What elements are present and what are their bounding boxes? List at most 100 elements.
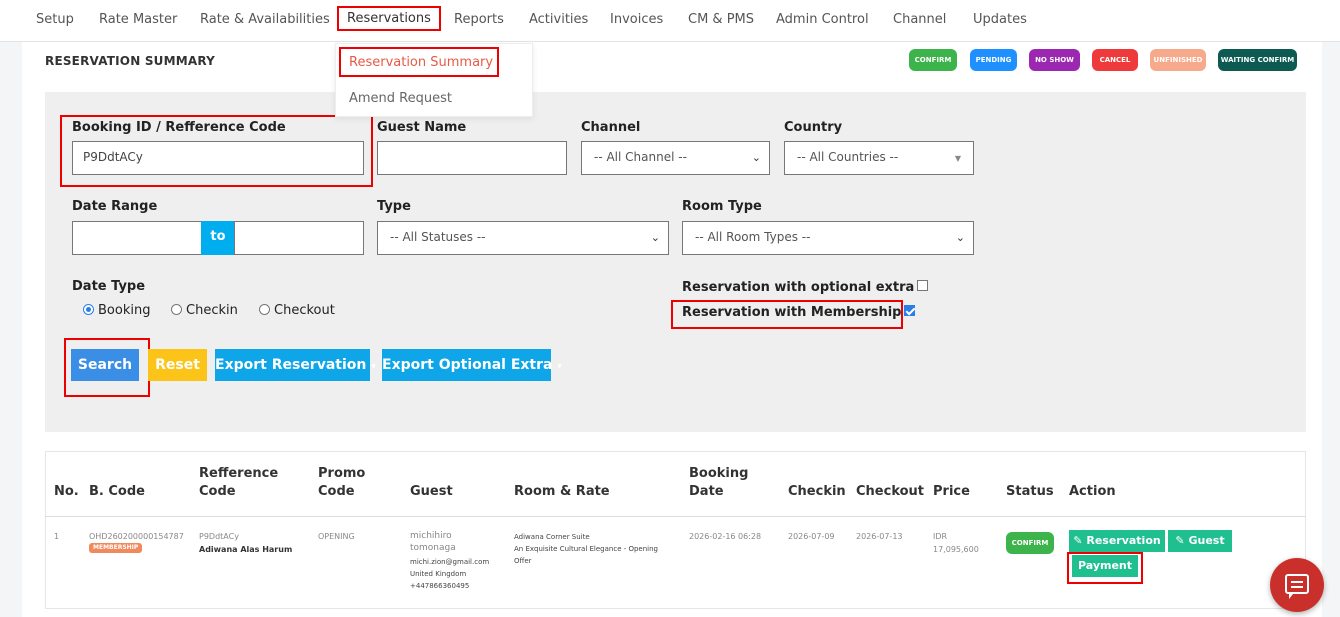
date-type-label: Date Type	[72, 279, 146, 294]
pencil-icon: ✎	[1175, 534, 1185, 547]
th-promo: Promo Code	[318, 465, 365, 501]
caret-down-icon: ▾	[371, 362, 376, 372]
radio-checkout[interactable]: Checkout	[259, 303, 335, 318]
date-range-label: Date Range	[72, 199, 158, 214]
nav-reservations[interactable]: Reservations	[337, 6, 441, 31]
cell-room-rate: Adiwana Corner Suite An Exquisite Cultur…	[514, 531, 658, 567]
cell-checkout: 2026-07-13	[856, 532, 903, 541]
radio-booking[interactable]: Booking	[83, 303, 150, 318]
radio-booking-label: Booking	[98, 303, 151, 318]
edit-guest-button[interactable]: ✎ Guest	[1168, 530, 1232, 552]
th-bcode: B. Code	[89, 484, 145, 499]
reservations-dropdown: Reservation Summary Amend Request	[335, 43, 533, 117]
menu-amend-request[interactable]: Amend Request	[349, 91, 452, 106]
legend-no-show: NO SHOW	[1029, 49, 1080, 71]
chevron-down-icon: ⌄	[955, 231, 965, 244]
cell-no: 1	[54, 532, 60, 541]
cell-guest: michihiro tomonaga	[410, 530, 456, 554]
radio-checked-icon	[83, 304, 94, 315]
edit-reservation-label: Reservation	[1086, 534, 1161, 547]
export-optional-extra-button[interactable]: Export Optional Extra ▾	[382, 349, 562, 381]
nav-rate-availabilities[interactable]: Rate & Availabilities	[200, 12, 330, 27]
type-label: Type	[377, 199, 411, 214]
caret-down-icon: ▼	[954, 154, 961, 163]
channel-label: Channel	[581, 120, 641, 135]
legend-unfinished: UNFINISHED	[1150, 49, 1206, 71]
nav-rate-master[interactable]: Rate Master	[99, 12, 177, 27]
th-checkin: Checkin	[788, 484, 846, 499]
menu-reservation-summary[interactable]: Reservation Summary	[339, 47, 499, 77]
booking-id-label: Booking ID / Refference Code	[72, 120, 286, 135]
th-status: Status	[1006, 484, 1054, 499]
nav-admin-control[interactable]: Admin Control	[776, 12, 869, 27]
guest-name-input[interactable]	[377, 141, 567, 175]
rate-name-line1: An Exquisite Cultural Elegance - Opening	[514, 545, 658, 553]
payment-button[interactable]: Payment	[1072, 555, 1138, 577]
export-optional-extra-label: Export Optional Extra	[382, 357, 553, 373]
date-range-to: to	[201, 221, 235, 255]
reset-button[interactable]: Reset	[148, 349, 207, 381]
top-nav: Setup Rate Master Rate & Availabilities …	[0, 0, 1340, 42]
optional-extra-label: Reservation with optional extra	[682, 280, 915, 295]
rate-name-line2: Offer	[514, 557, 532, 565]
legend-waiting-confirm: WAITING CONFIRM	[1218, 49, 1297, 71]
legend-pending: PENDING	[970, 49, 1017, 71]
membership-label: Reservation with Membership	[682, 305, 902, 320]
chevron-down-icon: ⌄	[650, 231, 660, 244]
guest-name-label: Guest Name	[377, 120, 467, 135]
search-button[interactable]: Search	[71, 349, 139, 381]
edit-reservation-button[interactable]: ✎ Reservation	[1069, 530, 1165, 552]
checkbox-checked-icon[interactable]	[904, 305, 916, 316]
booking-id-input[interactable]: P9DdtACy	[72, 141, 364, 175]
th-booking-date-line1: Booking	[689, 466, 749, 481]
edit-guest-label: Guest	[1188, 534, 1225, 547]
guest-phone: +447866360495	[410, 582, 470, 590]
th-promo-line1: Promo	[318, 466, 366, 481]
th-price: Price	[933, 484, 970, 499]
room-type-label: Room Type	[682, 199, 762, 214]
status-badge: CONFIRM	[1006, 532, 1054, 554]
country-select[interactable]: -- All Countries -- ▼	[784, 141, 974, 175]
cell-bcode: OHD260200000154787	[89, 532, 184, 541]
pencil-icon: ✎	[1073, 534, 1083, 547]
cell-promo: OPENING	[318, 532, 355, 541]
th-booking-date-line2: Date	[689, 484, 724, 499]
legend-confirm: CONFIRM	[909, 49, 957, 71]
hotel-name: Adiwana Alas Harum	[199, 545, 293, 554]
channel-select[interactable]: -- All Channel -- ⌄	[581, 141, 770, 175]
date-from-input[interactable]	[72, 221, 202, 255]
th-room-rate: Room & Rate	[514, 484, 610, 499]
membership-filter[interactable]: Reservation with Membership	[682, 305, 916, 320]
nav-cm-pms[interactable]: CM & PMS	[688, 12, 754, 27]
th-booking-date: Booking Date	[689, 465, 748, 501]
chat-icon	[1285, 574, 1309, 599]
th-guest: Guest	[410, 484, 453, 499]
nav-setup[interactable]: Setup	[36, 12, 74, 27]
table-header-divider	[45, 516, 1306, 517]
date-to-input[interactable]	[234, 221, 364, 255]
export-reservation-button[interactable]: Export Reservation ▾	[215, 349, 376, 381]
radio-unchecked-icon	[171, 304, 182, 315]
ref-code-value: P9DdtACy	[199, 532, 239, 541]
radio-checkin-label: Checkin	[186, 303, 238, 318]
guest-last-name: tomonaga	[410, 543, 456, 553]
chevron-down-icon: ⌄	[751, 151, 761, 164]
channel-select-value: -- All Channel --	[594, 150, 687, 164]
type-select-value: -- All Statuses --	[390, 230, 486, 244]
checkbox-unchecked-icon[interactable]	[917, 280, 929, 291]
room-type-select[interactable]: -- All Room Types -- ⌄	[682, 221, 974, 255]
type-select[interactable]: -- All Statuses -- ⌄	[377, 221, 669, 255]
nav-channel[interactable]: Channel	[893, 12, 946, 27]
guest-email: michi.zion@gmail.com	[410, 558, 490, 566]
radio-unchecked-icon	[259, 304, 270, 315]
nav-invoices[interactable]: Invoices	[610, 12, 663, 27]
price-amount: 17,095,600	[933, 545, 979, 554]
nav-reports[interactable]: Reports	[454, 12, 504, 27]
nav-activities[interactable]: Activities	[529, 12, 588, 27]
radio-checkin[interactable]: Checkin	[171, 303, 238, 318]
nav-updates[interactable]: Updates	[973, 12, 1027, 27]
page: Setup Rate Master Rate & Availabilities …	[0, 0, 1340, 617]
chat-button[interactable]	[1270, 558, 1324, 612]
page-title: RESERVATION SUMMARY	[45, 54, 216, 68]
optional-extra-filter[interactable]: Reservation with optional extra	[682, 280, 929, 295]
